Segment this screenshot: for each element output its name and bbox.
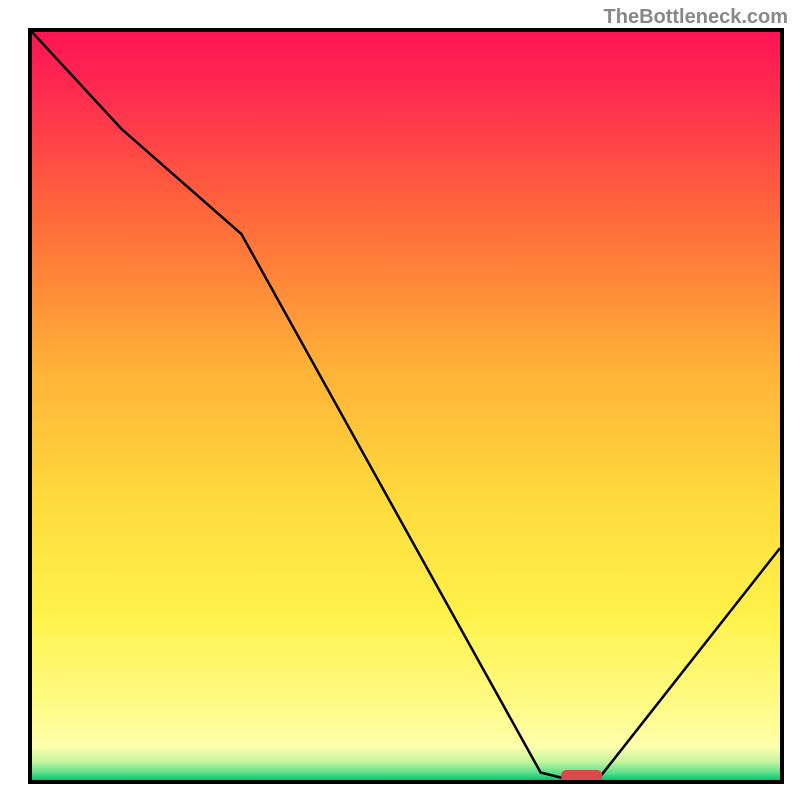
- optimal-range-marker: [561, 770, 602, 780]
- gradient-background: [32, 32, 780, 780]
- chart-svg: [32, 32, 780, 780]
- watermark-text: TheBottleneck.com: [604, 6, 788, 29]
- bottleneck-chart: [28, 28, 784, 784]
